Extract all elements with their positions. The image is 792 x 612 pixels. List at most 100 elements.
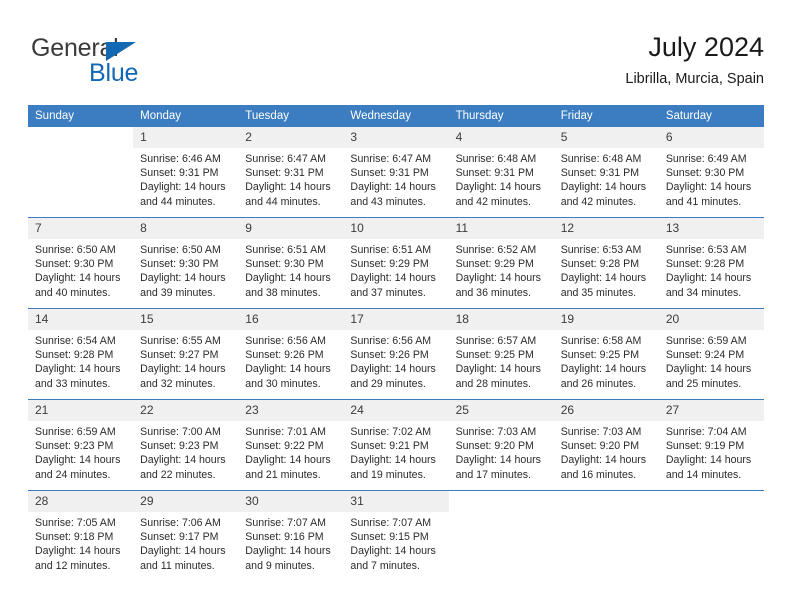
daylight-text-line2: and 26 minutes. [560,377,637,390]
sunrise-text: Sunrise: 7:04 AM [665,426,747,438]
sunset-text: Sunset: 9:23 PM [140,440,219,453]
calendar-day-cell[interactable]: 23 Sunrise: 7:01 AM Sunset: 9:22 PM Dayligh… [238,399,344,491]
day-details: Sunrise: 6:51 AM Sunset: 9:30 PM Daylight:… [238,239,343,300]
day-details: Sunrise: 7:07 AM Sunset: 9:16 PM Daylight:… [238,512,343,573]
calendar-day-cell[interactable]: 29 Sunrise: 7:06 AM Sunset: 9:17 PM Dayligh… [133,490,239,581]
general-blue-logo[interactable]: General Blue [31,34,191,92]
calendar-day-cell[interactable]: 7 Sunrise: 6:50 AM Sunset: 9:30 PM Daylight… [28,217,134,309]
calendar-day-cell[interactable]: 22 Sunrise: 7:00 AM Sunset: 9:23 PM Dayligh… [133,399,239,491]
sunrise-text: Sunrise: 6:46 AM [140,153,221,165]
daylight-text-line1: Daylight: 14 hours [245,363,331,376]
calendar-day-cell[interactable]: 2 Sunrise: 6:47 AM Sunset: 9:31 PM Daylight… [238,127,344,218]
calendar-day-cell[interactable]: 14 Sunrise: 6:54 AM Sunset: 9:28 PM Dayligh… [28,308,134,400]
weekday-header-tuesday: Tuesday [238,105,344,127]
sunset-text: Sunset: 9:31 PM [245,167,324,180]
logo-text-blue: Blue [89,59,139,87]
sunrise-text: Sunrise: 7:07 AM [350,517,432,529]
calendar-day-cell[interactable]: 16 Sunrise: 6:56 AM Sunset: 9:26 PM Dayligh… [238,308,344,400]
daylight-text-line2: and 30 minutes. [245,377,321,390]
calendar-day-cell[interactable]: 20 Sunrise: 6:59 AM Sunset: 9:24 PM Dayligh… [658,308,764,400]
day-number: 12 [553,218,659,239]
calendar-day-cell [448,490,554,581]
day-number: 10 [343,218,449,239]
calendar-day-cell[interactable]: 11 Sunrise: 6:52 AM Sunset: 9:29 PM Dayligh… [448,217,554,309]
day-number: 28 [28,491,134,512]
calendar-day-cell[interactable]: 4 Sunrise: 6:48 AM Sunset: 9:31 PM Daylight… [448,127,554,218]
page-title: July 2024 [648,32,764,62]
calendar-day-cell[interactable]: 25 Sunrise: 7:03 AM Sunset: 9:20 PM Dayligh… [448,399,554,491]
sunrise-text: Sunrise: 6:52 AM [455,244,537,256]
day-cell-content: 4 Sunrise: 6:48 AM Sunset: 9:31 PM Daylight… [448,127,554,217]
sunset-text: Sunset: 9:25 PM [455,349,534,362]
sunset-text: Sunset: 9:28 PM [35,349,114,362]
daylight-text-line1: Daylight: 14 hours [245,272,331,285]
daylight-text-line1: Daylight: 14 hours [140,272,226,285]
day-cell-content: 28 Sunrise: 7:05 AM Sunset: 9:18 PM Dayligh… [28,491,134,581]
sunrise-text: Sunrise: 6:47 AM [350,153,432,165]
calendar-day-cell[interactable]: 15 Sunrise: 6:55 AM Sunset: 9:27 PM Dayligh… [133,308,239,400]
calendar-day-cell[interactable]: 27 Sunrise: 7:04 AM Sunset: 9:19 PM Dayligh… [658,399,764,491]
day-details: Sunrise: 6:56 AM Sunset: 9:26 PM Daylight:… [238,330,343,391]
day-number: 18 [448,309,554,330]
sunset-text: Sunset: 9:29 PM [455,258,534,271]
sunrise-text: Sunrise: 6:48 AM [455,153,537,165]
day-details: Sunrise: 6:47 AM Sunset: 9:31 PM Daylight:… [238,148,343,209]
day-details: Sunrise: 6:51 AM Sunset: 9:29 PM Daylight:… [343,239,448,300]
sunrise-text: Sunrise: 6:59 AM [35,426,116,438]
daylight-text-line1: Daylight: 14 hours [665,363,752,376]
daylight-text-line1: Daylight: 14 hours [665,181,752,194]
day-details: Sunrise: 6:49 AM Sunset: 9:30 PM Daylight:… [659,148,764,209]
calendar-day-cell[interactable]: 26 Sunrise: 7:03 AM Sunset: 9:20 PM Dayligh… [553,399,659,491]
day-number: 7 [28,218,134,239]
daylight-text-line1: Daylight: 14 hours [140,363,226,376]
daylight-text-line2: and 42 minutes. [455,195,531,208]
calendar-day-cell[interactable]: 10 Sunrise: 6:51 AM Sunset: 9:29 PM Dayligh… [343,217,449,309]
sunrise-text: Sunrise: 6:50 AM [35,244,116,256]
calendar-day-cell[interactable]: 30 Sunrise: 7:07 AM Sunset: 9:16 PM Dayligh… [238,490,344,581]
weekday-header-wednesday: Wednesday [343,105,449,127]
calendar-day-cell[interactable]: 24 Sunrise: 7:02 AM Sunset: 9:21 PM Dayligh… [343,399,449,491]
sunset-text: Sunset: 9:30 PM [140,258,219,271]
day-details: Sunrise: 7:00 AM Sunset: 9:23 PM Daylight:… [133,421,238,482]
sunrise-text: Sunrise: 6:58 AM [560,335,642,347]
sunrise-text: Sunrise: 7:00 AM [140,426,221,438]
sunrise-text: Sunrise: 7:07 AM [245,517,326,529]
sunrise-text: Sunrise: 7:02 AM [350,426,432,438]
calendar-day-cell[interactable]: 9 Sunrise: 6:51 AM Sunset: 9:30 PM Daylight… [238,217,344,309]
sunset-text: Sunset: 9:31 PM [560,167,640,180]
calendar-week-row: 14 Sunrise: 6:54 AM Sunset: 9:28 PM Dayligh… [28,308,764,400]
weekday-header-monday: Monday [133,105,239,127]
calendar-day-cell[interactable]: 18 Sunrise: 6:57 AM Sunset: 9:25 PM Dayligh… [448,308,554,400]
day-cell-content: 1 Sunrise: 6:46 AM Sunset: 9:31 PM Daylight… [133,127,239,217]
day-number: 25 [448,400,554,421]
calendar-day-cell[interactable]: 8 Sunrise: 6:50 AM Sunset: 9:30 PM Daylight… [133,217,239,309]
day-details [449,512,554,516]
calendar-day-cell[interactable]: 3 Sunrise: 6:47 AM Sunset: 9:31 PM Daylight… [343,127,449,218]
calendar-day-cell[interactable]: 1 Sunrise: 6:46 AM Sunset: 9:31 PM Daylight… [133,127,239,218]
sunset-text: Sunset: 9:28 PM [665,258,745,271]
calendar-day-cell[interactable]: 13 Sunrise: 6:53 AM Sunset: 9:28 PM Dayligh… [658,217,764,309]
day-cell-content: 10 Sunrise: 6:51 AM Sunset: 9:29 PM Dayligh… [343,218,449,308]
sunset-text: Sunset: 9:31 PM [350,167,429,180]
sunrise-text: Sunrise: 7:01 AM [245,426,326,438]
day-number [554,491,659,512]
day-details: Sunrise: 7:03 AM Sunset: 9:20 PM Daylight:… [449,421,554,482]
sunrise-text: Sunrise: 7:06 AM [140,517,221,529]
day-details: Sunrise: 6:46 AM Sunset: 9:31 PM Daylight:… [133,148,238,209]
calendar-day-cell[interactable]: 17 Sunrise: 6:56 AM Sunset: 9:26 PM Dayligh… [343,308,449,400]
day-cell-content: 16 Sunrise: 6:56 AM Sunset: 9:26 PM Dayligh… [238,309,344,399]
calendar-day-cell[interactable]: 12 Sunrise: 6:53 AM Sunset: 9:28 PM Dayligh… [553,217,659,309]
calendar-day-cell[interactable]: 5 Sunrise: 6:48 AM Sunset: 9:31 PM Daylight… [553,127,659,218]
sunset-text: Sunset: 9:19 PM [665,440,745,453]
calendar-day-cell[interactable]: 21 Sunrise: 6:59 AM Sunset: 9:23 PM Dayligh… [28,399,134,491]
calendar-week-row: 21 Sunrise: 6:59 AM Sunset: 9:23 PM Dayligh… [28,399,764,491]
calendar-day-cell[interactable]: 31 Sunrise: 7:07 AM Sunset: 9:15 PM Dayligh… [343,490,449,581]
calendar-day-cell[interactable]: 6 Sunrise: 6:49 AM Sunset: 9:30 PM Daylight… [658,127,764,218]
day-details: Sunrise: 6:52 AM Sunset: 9:29 PM Daylight:… [449,239,554,300]
calendar-day-cell[interactable]: 28 Sunrise: 7:05 AM Sunset: 9:18 PM Dayligh… [28,490,134,581]
sunset-text: Sunset: 9:18 PM [35,531,114,544]
calendar-day-cell[interactable]: 19 Sunrise: 6:58 AM Sunset: 9:25 PM Dayligh… [553,308,659,400]
daylight-text-line2: and 40 minutes. [35,286,111,299]
day-number: 2 [238,127,344,148]
daylight-text-line1: Daylight: 14 hours [560,272,647,285]
